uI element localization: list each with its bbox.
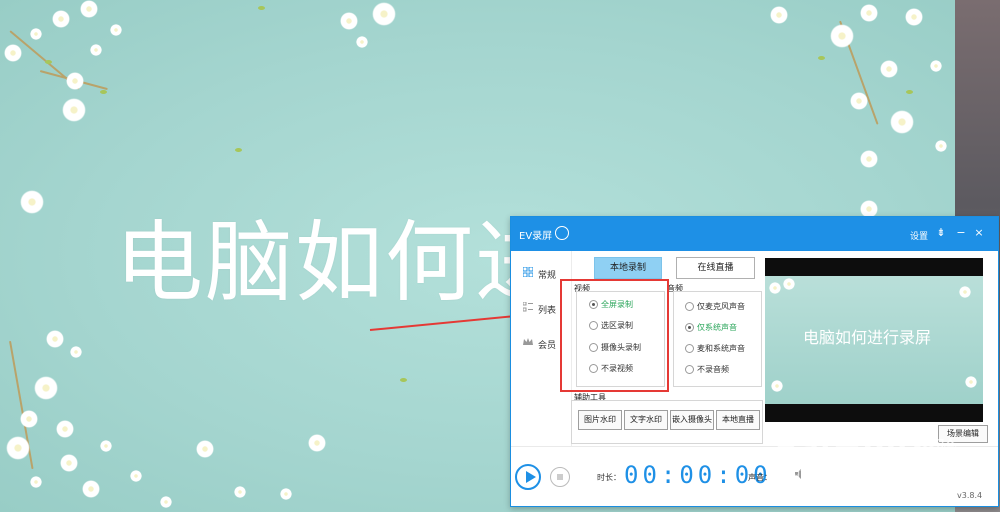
audio-option-label: 仅系统声音 [697,323,737,332]
radio-icon[interactable] [685,323,694,332]
audio-option-label: 不录音频 [697,365,729,374]
radio-icon[interactable] [685,365,694,374]
stop-button[interactable] [550,467,570,487]
audio-option-label: 麦和系统声音 [697,344,745,353]
duration-label: 时长： [597,473,621,482]
radio-icon[interactable] [685,344,694,353]
volume-label: 声音： [748,473,772,482]
tab-live-stream[interactable]: 在线直播 [676,257,755,279]
app-title: EV录屏 [519,231,553,242]
sidebar-item-label: 会员 [538,341,557,351]
audio-option-label: 仅麦克风声音 [697,302,745,311]
close-icon[interactable]: × [973,226,985,239]
blossom-decoration [771,380,783,392]
annotation-highlight-box [560,279,669,392]
play-button[interactable] [515,464,541,490]
embed-camera-button[interactable]: 嵌入摄像头 [670,410,714,430]
sidebar-item-label: 常规 [538,271,557,281]
user-icon[interactable] [555,226,569,240]
crown-icon [523,338,533,345]
sidebar-item-label: 列表 [538,306,557,316]
skin-icon[interactable]: ⇟ [935,226,947,239]
watermark-brand-suffix: du [863,430,909,465]
watermark-brand: Bai [775,430,832,465]
blossom-decoration [769,282,781,294]
blossom-decoration [959,286,971,298]
preview-caption: 电脑如何进行录屏 [803,328,932,347]
tab-local-record[interactable]: 本地录制 [594,257,662,279]
local-live-button[interactable]: 本地直播 [716,410,760,430]
watermark-url: jingyan.baidu.com [780,466,882,479]
list-icon [523,302,533,312]
settings-button[interactable]: 设置 [910,229,928,242]
watermark-cn: 经验 [913,438,958,463]
blossom-decoration [965,376,977,388]
image-watermark-button[interactable]: 图片水印 [578,410,622,430]
paw-icon [834,439,861,466]
preview-panel: 电脑如何进行录屏 [765,258,983,422]
title-bar[interactable]: EV录屏 设置 ⇟ − × [511,217,998,251]
text-watermark-button[interactable]: 文字水印 [624,410,668,430]
minimize-icon[interactable]: − [955,226,967,239]
version-label: v3.8.4 [957,491,983,500]
baidu-watermark: Bai du 经验 jingyan.baidu.com [775,430,958,479]
blossom-decoration [783,278,795,290]
grid-icon [523,267,533,277]
radio-icon[interactable] [685,302,694,311]
